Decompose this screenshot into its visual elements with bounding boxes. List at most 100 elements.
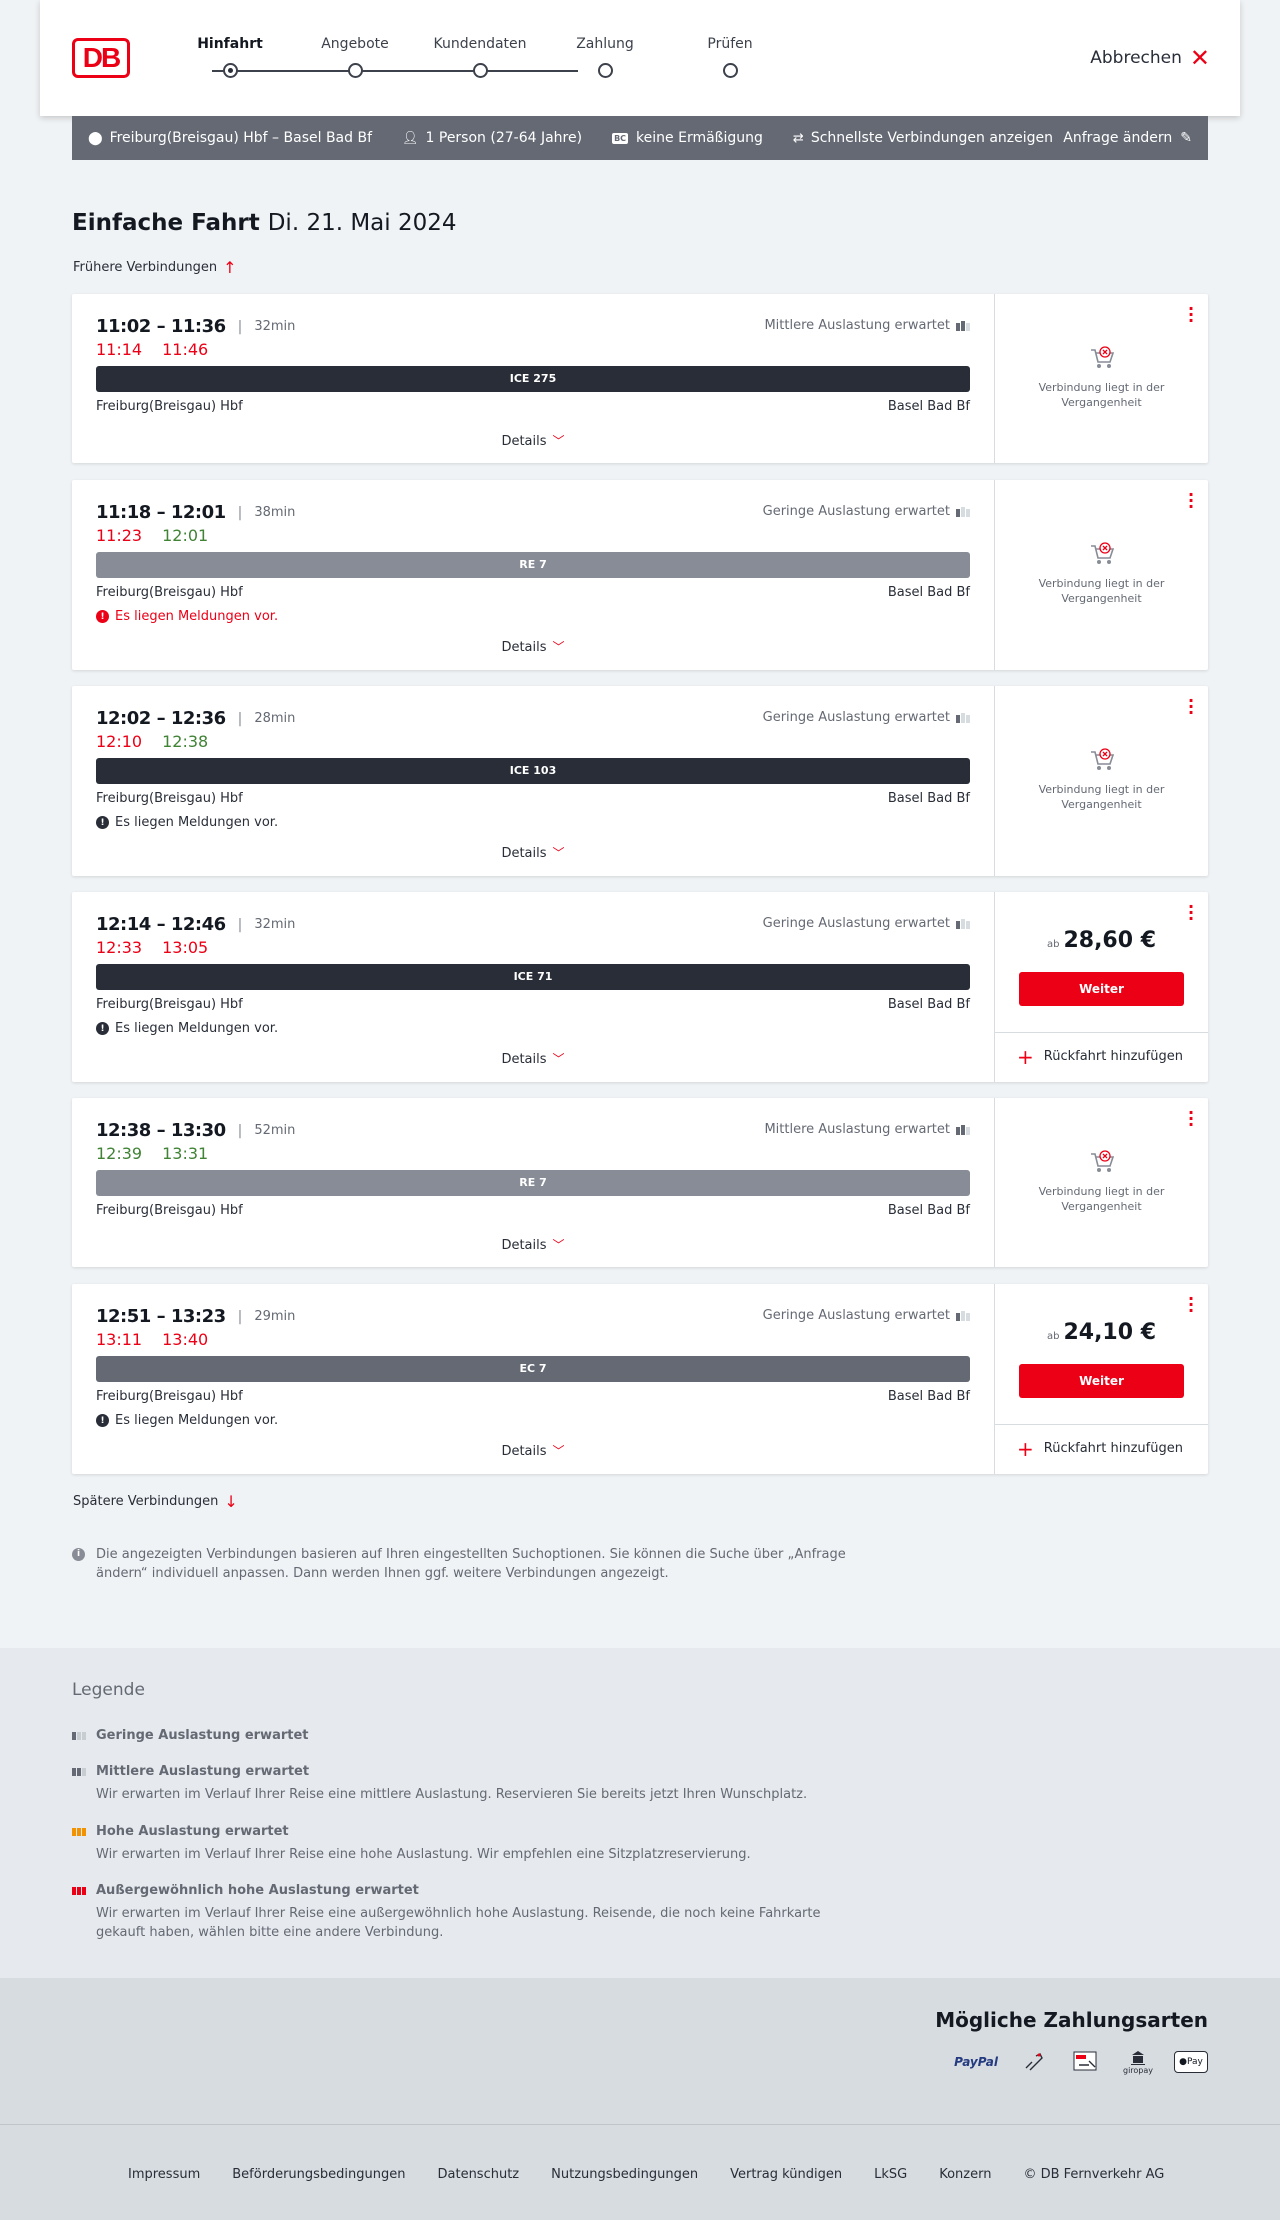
step-dot [348,63,363,78]
step-label: Angebote [321,36,389,52]
continue-button[interactable]: Weiter [1019,1364,1184,1398]
add-return-trip-button[interactable]: + Rückfahrt hinzufügen [995,1424,1208,1472]
realtime-departure: 12:39 [96,1144,143,1163]
occupancy-info: Geringe Auslastung erwartet [763,710,970,725]
db-logo-text: DB [82,42,121,73]
footer-link-befoerderungsbedingungen[interactable]: Beförderungsbedingungen [232,2167,405,2182]
disruption-message[interactable]: ! Es liegen Meldungen vor. [96,815,278,830]
legend-title: Legende [72,1680,145,1700]
route-summary: ⬤ Freiburg(Breisgau) Hbf – Basel Bad Bf [88,130,372,146]
step-pruefen: Prüfen [680,36,780,78]
disruption-message[interactable]: ! Es liegen Meldungen vor. [96,609,278,624]
connection-card[interactable]: 12:14 – 12:46 | 32min 12:33 13:05 Geringe A… [72,892,1208,1082]
footer-link-vertrag-kuendigen[interactable]: Vertrag kündigen [730,2167,842,2182]
occupancy-text: Geringe Auslastung erwartet [762,1308,950,1323]
connection-card[interactable]: 11:02 – 11:36 | 32min 11:14 11:46 Mittlere … [72,294,1208,463]
earlier-connections-link[interactable]: Frühere Verbindungen ↑ [73,258,237,277]
train-bar[interactable]: RE 7 [96,1170,970,1196]
step-label: Kundendaten [433,36,527,52]
occupancy-text: Geringe Auslastung erwartet [762,710,950,725]
to-station: Basel Bad Bf [887,1389,970,1404]
occupancy-info: Mittlere Auslastung erwartet [764,1122,970,1137]
continue-button[interactable]: Weiter [1019,972,1184,1006]
train-bar[interactable]: ICE 275 [96,366,970,392]
connection-card[interactable]: 12:51 – 13:23 | 29min 13:11 13:40 Geringe A… [72,1284,1208,1474]
more-options-icon[interactable]: · · · [1188,693,1194,721]
connection-main: 11:18 – 12:01 | 38min 11:23 12:01 Geringe A… [72,480,994,670]
occupancy-high-icon [72,1827,90,1836]
disruption-message[interactable]: ! Es liegen Meldungen vor. [96,1021,278,1036]
footer-link-lksg[interactable]: LkSG [874,2167,907,2182]
footer-link-impressum[interactable]: Impressum [128,2167,200,2182]
alert-icon: ! [96,1414,109,1427]
separator: | [237,318,243,335]
planned-time: 12:38 – 13:30 [96,1120,226,1141]
alert-icon: ! [96,816,109,829]
legend-high-title: Hohe Auslastung erwartet [96,1824,289,1839]
return-label: Rückfahrt hinzufügen [1043,1441,1183,1456]
disruption-message[interactable]: ! Es liegen Meldungen vor. [96,1413,278,1428]
connection-card[interactable]: 12:38 – 13:30 | 52min 12:39 13:31 Mittlere … [72,1098,1208,1267]
return-label: Rückfahrt hinzufügen [1043,1049,1183,1064]
giropay-icon: giropay [1122,2048,1154,2076]
footer-link-konzern[interactable]: Konzern [939,2167,991,2182]
stepper-line [212,70,578,72]
trip-date: Di. 21. Mai 2024 [267,210,457,236]
db-logo[interactable]: DB [72,38,130,78]
progress-stepper: Hinfahrt Angebote Kundendaten Zahlung Pr… [180,36,753,86]
from-station: Freiburg(Breisgau) Hbf [96,791,243,806]
cart-unavailable-icon [1090,542,1114,564]
realtime-arrival: 11:46 [162,340,209,359]
duration: 29min [254,1309,296,1324]
connection-card[interactable]: 12:02 – 12:36 | 28min 12:10 12:38 Geringe A… [72,686,1208,876]
step-angebote: Angebote [305,36,405,78]
more-options-icon[interactable]: · · · [1188,301,1194,329]
footer-link-datenschutz[interactable]: Datenschutz [438,2167,520,2182]
more-options-icon[interactable]: · · · [1188,899,1194,927]
location-pin-icon: ⬤ [88,130,103,146]
connection-card[interactable]: 11:18 – 12:01 | 38min 11:23 12:01 Geringe A… [72,480,1208,670]
later-connections-link[interactable]: Spätere Verbindungen ↓ [73,1492,238,1511]
details-toggle[interactable]: Details ﹀ [72,432,994,449]
occupancy-medium-icon [956,1124,970,1135]
train-bar[interactable]: ICE 71 [96,964,970,990]
more-options-icon[interactable]: · · · [1188,487,1194,515]
train-bar[interactable]: EC 7 [96,1356,970,1382]
message-text: Es liegen Meldungen vor. [115,1021,279,1036]
price-value: 28,60 € [1063,928,1157,953]
past-notice: Verbindung liegt in der Vergangenheit [995,540,1208,606]
planned-time: 12:14 – 12:46 [96,914,226,935]
schedule-times: 12:02 – 12:36 | 28min [96,708,295,729]
price-prefix: ab [1046,1331,1060,1342]
details-toggle[interactable]: Details ﹀ [72,844,994,861]
details-toggle[interactable]: Details ﹀ [72,1050,994,1067]
details-toggle[interactable]: Details ﹀ [72,1442,994,1459]
details-label: Details [501,846,547,861]
train-bar[interactable]: ICE 103 [96,758,970,784]
step-hinfahrt[interactable]: Hinfahrt [180,36,280,78]
message-text: Es liegen Meldungen vor. [115,815,279,830]
change-request-button[interactable]: Anfrage ändern ✎ [1063,130,1192,146]
connection-main: 12:02 – 12:36 | 28min 12:10 12:38 Geringe A… [72,686,994,876]
cancel-button[interactable]: Abbrechen ✕ [1090,46,1210,70]
to-station: Basel Bad Bf [887,997,970,1012]
details-toggle[interactable]: Details ﹀ [72,1236,994,1253]
details-toggle[interactable]: Details ﹀ [72,638,994,655]
sepa-direct-debit-icon [1070,2048,1102,2076]
footer-link-nutzungsbedingungen[interactable]: Nutzungsbedingungen [551,2167,698,2182]
occupancy-medium-icon [72,1767,90,1776]
more-options-icon[interactable]: · · · [1188,1105,1194,1133]
realtime-arrival: 12:38 [162,732,209,751]
more-options-icon[interactable]: · · · [1188,1291,1194,1319]
schedule-times: 11:02 – 11:36 | 32min [96,316,295,337]
step-zahlung: Zahlung [555,36,655,78]
chevron-down-icon: ﹀ [552,846,565,860]
offer-panel: · · · Verbindung liegt in der Vergangenhei… [994,1098,1208,1267]
apple-pay-icon: ●Pay [1174,2051,1208,2073]
realtime-arrival: 12:01 [162,526,209,545]
chevron-down-icon: ﹀ [552,1238,565,1252]
train-bar[interactable]: RE 7 [96,552,970,578]
schedule-times: 12:38 – 13:30 | 52min [96,1120,295,1141]
add-return-trip-button[interactable]: + Rückfahrt hinzufügen [995,1032,1208,1080]
realtime-times: 12:33 13:05 [96,938,228,957]
